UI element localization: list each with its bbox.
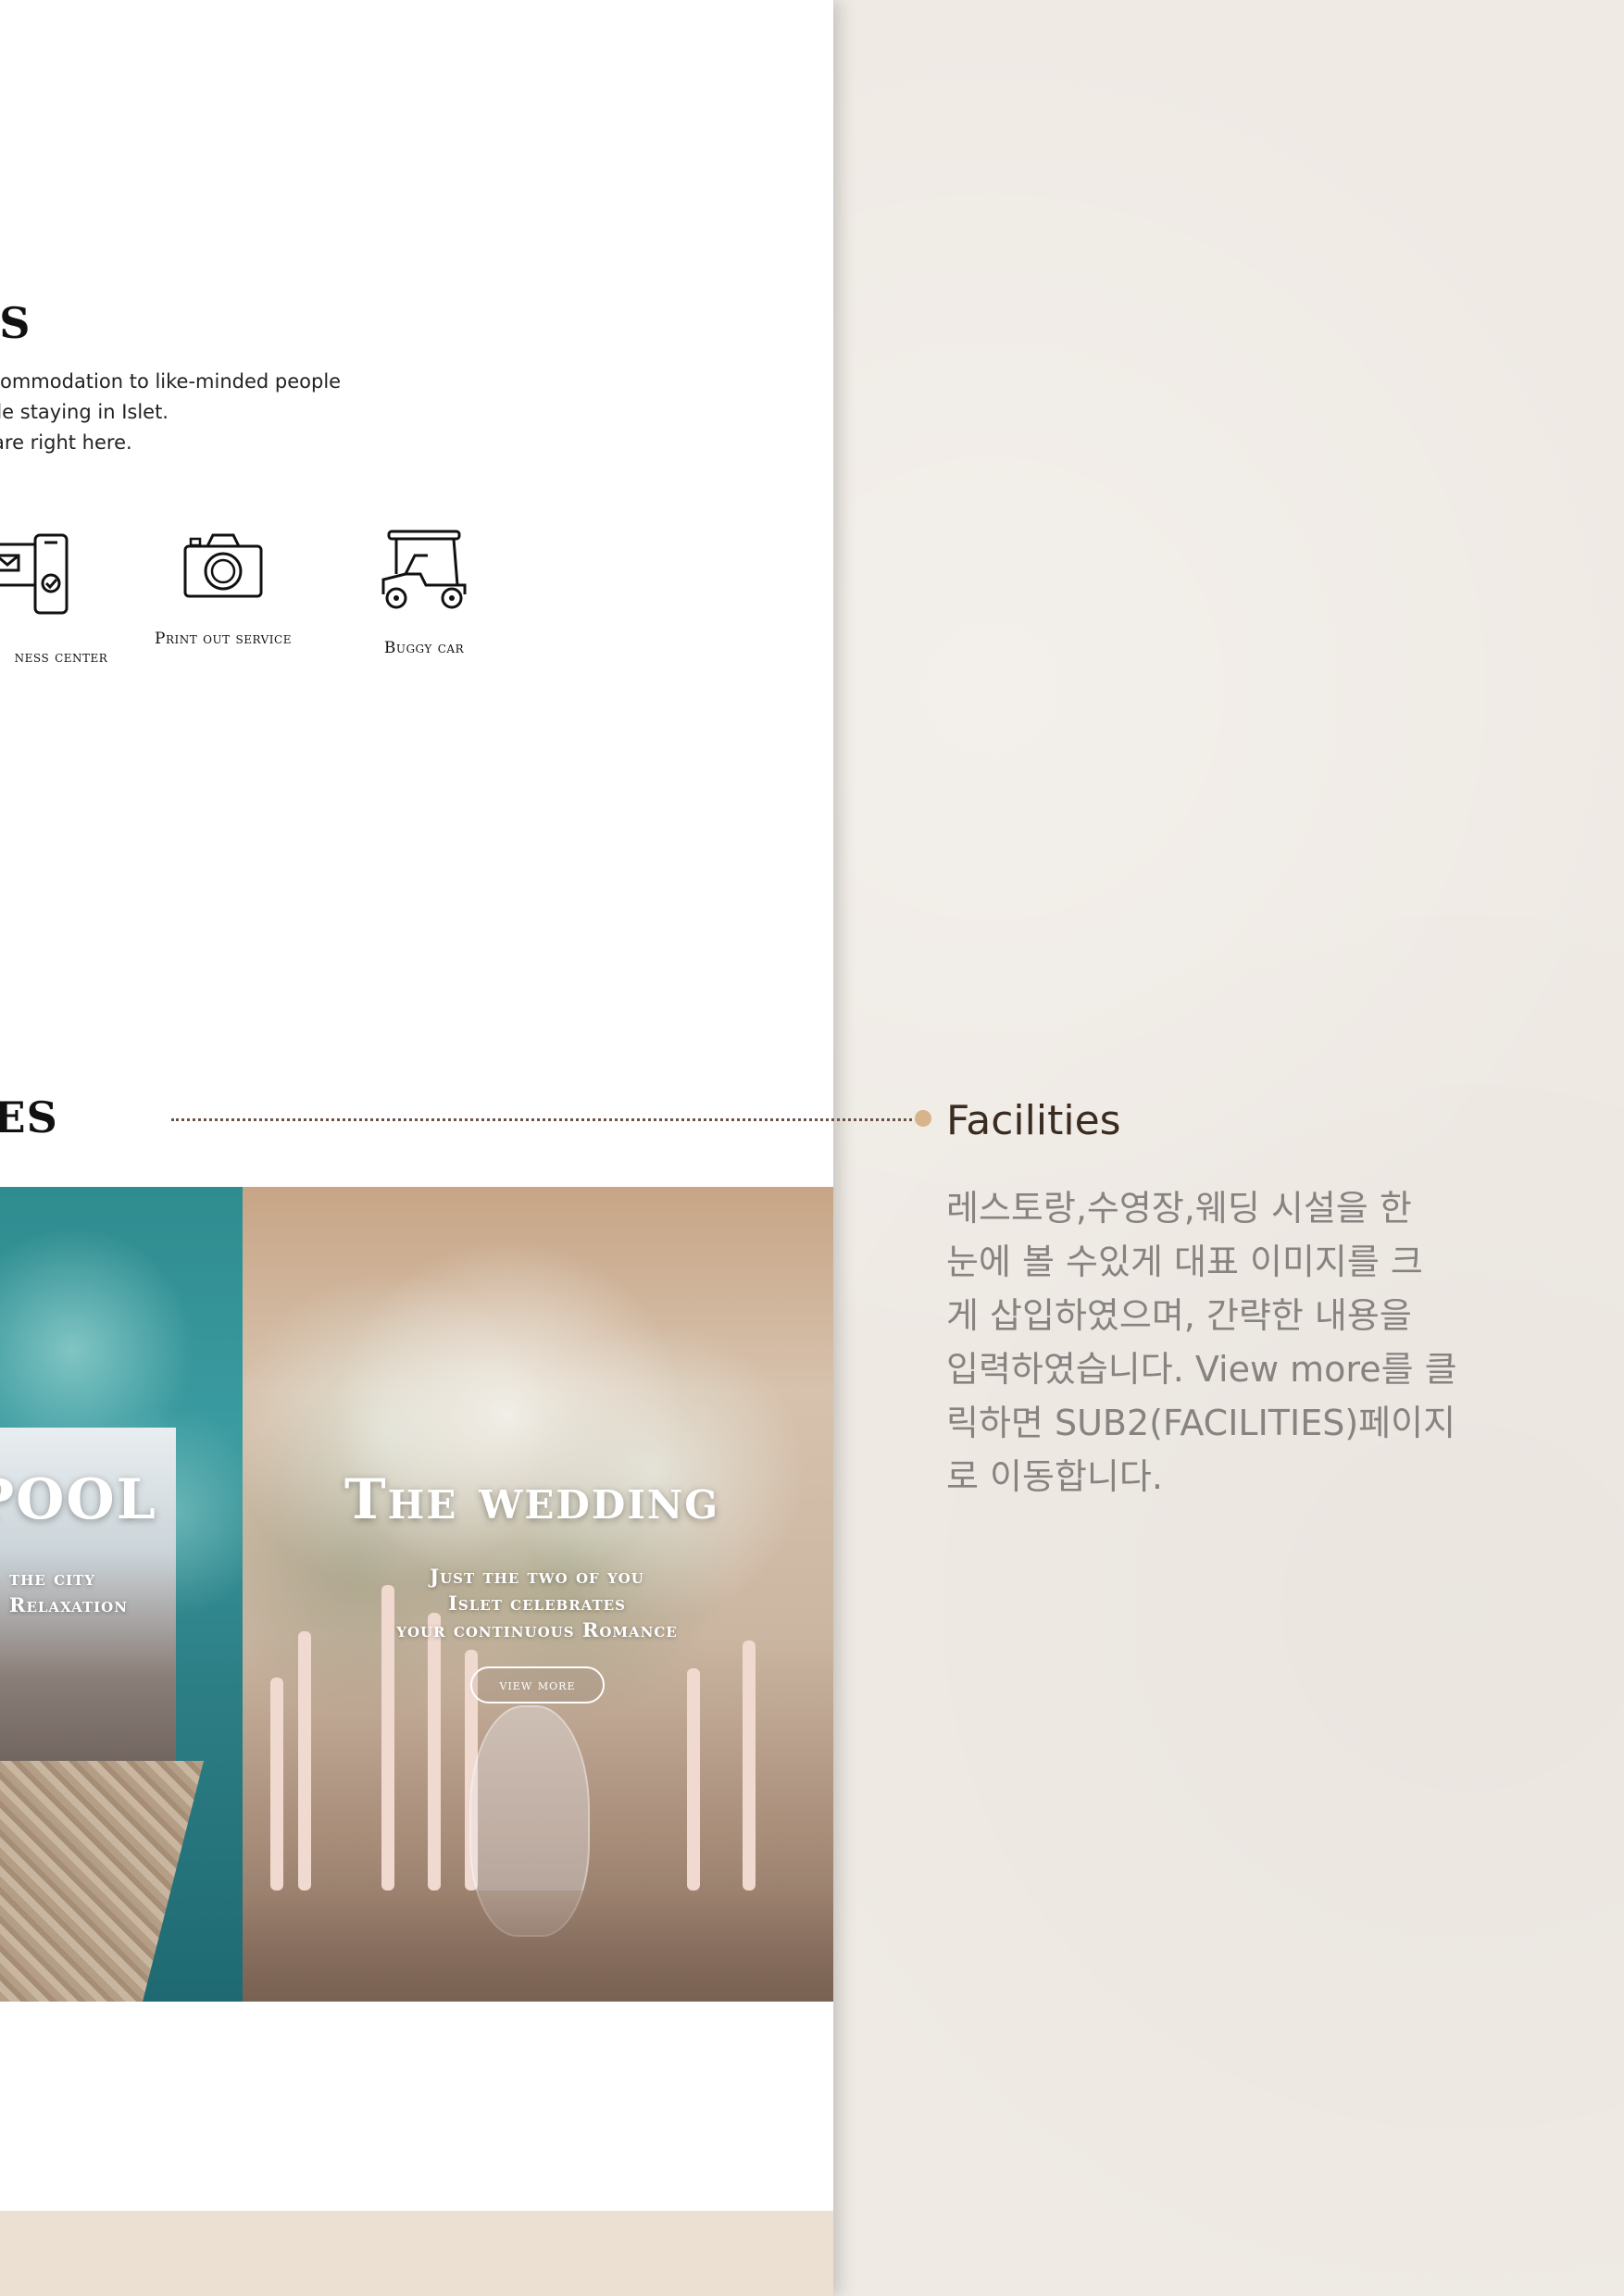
pool-sub-line: the city xyxy=(9,1566,95,1590)
wedding-sub-line: your continuous Romance xyxy=(396,1618,678,1641)
annotation-body: 레스토랑,수영장,웨딩 시설을 한 눈에 볼 수있게 대표 이미지를 크 게 삽… xyxy=(946,1188,1457,1497)
section-title-facilities: IES xyxy=(0,1092,58,1142)
wedding-card-subtitle: Just the two of you Islet celebrates you… xyxy=(352,1563,722,1643)
paper-background xyxy=(833,0,1624,2296)
wedding-sub-line: Just the two of you xyxy=(430,1565,644,1588)
amenity-print-out-service: Print out service xyxy=(131,528,316,648)
amenity-label: Print out service xyxy=(155,630,292,648)
candle xyxy=(743,1641,756,1890)
desc-line: ve are right here. xyxy=(0,431,132,454)
desc-line: ommodation to like-minded people xyxy=(0,370,342,393)
annotation-connector-line xyxy=(171,1118,912,1121)
pool-sub-line: Relaxation xyxy=(9,1593,128,1616)
section-title-others: RS xyxy=(0,298,31,348)
amenity-label: Buggy car xyxy=(383,639,465,657)
business-center-icon xyxy=(0,533,69,615)
candle xyxy=(687,1668,700,1890)
annotation-title: Facilities xyxy=(946,1097,1121,1144)
candle xyxy=(298,1631,311,1890)
desc-line: while staying in Islet. xyxy=(0,401,169,423)
buggy-car-icon xyxy=(381,530,467,609)
view-more-button[interactable]: view more xyxy=(470,1666,605,1703)
camera-icon xyxy=(183,533,263,598)
footer-band xyxy=(0,2211,833,2296)
wedding-card-title: The wedding xyxy=(344,1467,720,1532)
amenity-business-center: ness center xyxy=(0,528,135,667)
amenity-buggy-car: Buggy car xyxy=(331,528,517,657)
candle xyxy=(428,1613,441,1890)
others-description: ommodation to like-minded people while s… xyxy=(0,367,352,458)
candle xyxy=(270,1678,283,1890)
annotation-connector-dot xyxy=(915,1110,931,1127)
pool-card-subtitle: the city Relaxation xyxy=(0,1565,128,1618)
table-setting xyxy=(243,1890,833,2002)
wedding-sub-line: Islet celebrates xyxy=(448,1591,626,1615)
amenity-label: ness center xyxy=(14,648,108,667)
design-page: RS ommodation to like-minded people whil… xyxy=(0,0,833,2296)
